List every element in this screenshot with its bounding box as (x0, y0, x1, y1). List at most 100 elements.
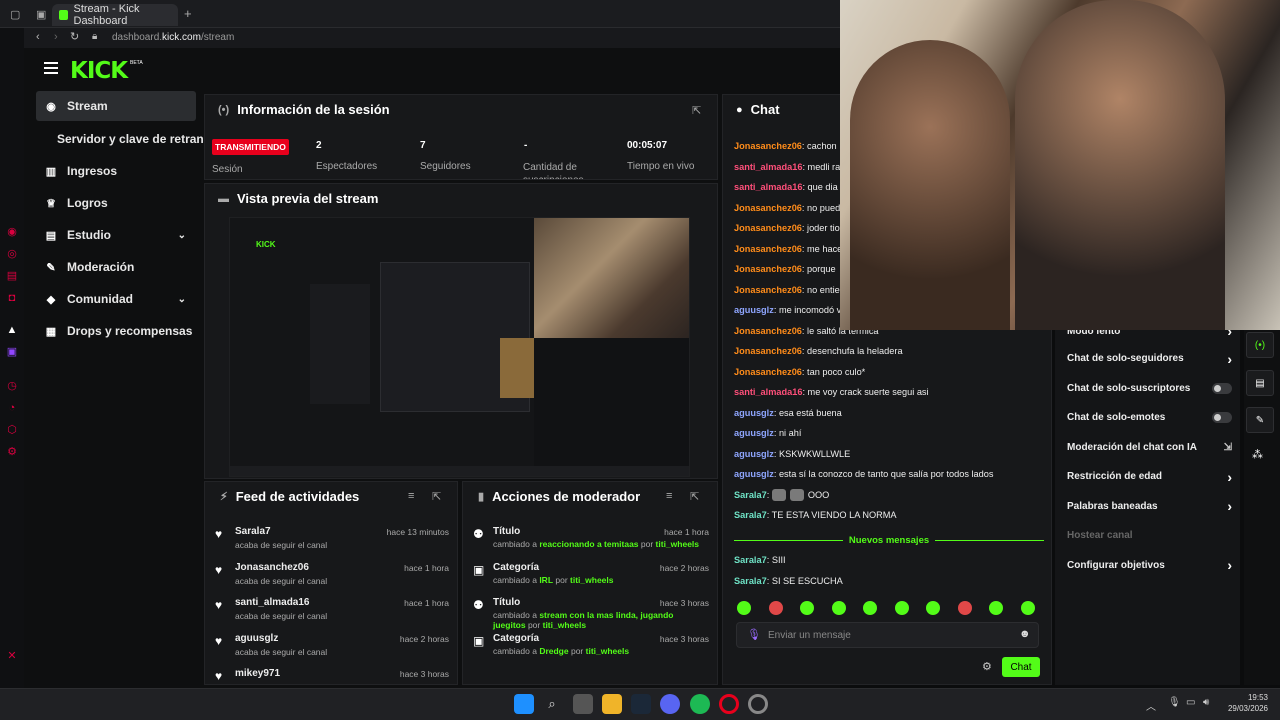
chat-username[interactable]: Sarala7 (734, 555, 767, 565)
mod-action-item[interactable]: ▣ Categoría cambiado a Dredge por titi_whe… (471, 631, 709, 667)
chat-username[interactable]: Jonasanchez06 (734, 141, 802, 151)
task-view-icon[interactable] (573, 694, 593, 714)
emote-bar[interactable] (737, 601, 1047, 615)
chat-setting-item[interactable]: Restricción de edad › (1067, 462, 1232, 492)
chat-send-button[interactable]: Chat (1002, 657, 1040, 677)
sidebar-app-icon[interactable]: ⬡ (6, 424, 18, 436)
sidebar-app-icon[interactable]: ◔ (6, 402, 18, 414)
layout-icon[interactable]: ▤ (1246, 370, 1274, 396)
new-messages-divider[interactable]: Nuevos mensajes (734, 532, 1045, 548)
popout-icon[interactable]: ⇱ (690, 490, 699, 503)
popout-icon[interactable]: ⇱ (692, 104, 701, 117)
chat-username[interactable]: santi_almada16 (734, 387, 802, 397)
settings-icon[interactable]: ⚙ (6, 446, 18, 458)
chat-username[interactable]: Sarala7 (734, 510, 767, 520)
filter-icon[interactable]: ≡ (408, 490, 414, 502)
hamburger-menu-icon[interactable] (44, 62, 58, 74)
chat-setting-item[interactable]: Palabras baneadas › (1067, 492, 1232, 522)
emote-icon[interactable] (926, 601, 940, 615)
steam-icon[interactable] (631, 694, 651, 714)
feed-user[interactable]: Jonasanchez06 (235, 562, 309, 573)
spotify-icon[interactable] (690, 694, 710, 714)
chat-username[interactable]: aguusglz (734, 408, 774, 418)
chat-message[interactable]: Jonasanchez06: desenchufa la heladera (734, 345, 1044, 366)
microphone-icon[interactable]: 🎙︎ (747, 628, 761, 641)
emote-icon[interactable] (863, 601, 877, 615)
sidebar-app-icon[interactable]: ◷ (6, 380, 18, 392)
file-explorer-icon[interactable] (602, 694, 622, 714)
chat-message[interactable]: aguusglz: esta sí la conozco de tanto qu… (734, 468, 1044, 489)
sidebar-item-comunidad[interactable]: ◆ Comunidad ⌄ (36, 284, 196, 314)
browser-tab[interactable]: Stream - Kick Dashboard (52, 3, 178, 27)
twitch-icon[interactable]: ▣ (6, 346, 18, 358)
sidebar-app-icon[interactable]: ▲ (6, 324, 18, 336)
chat-username[interactable]: Sarala7 (734, 576, 767, 586)
chat-username[interactable]: santi_almada16 (734, 182, 802, 192)
chat-username[interactable]: Jonasanchez06 (734, 367, 802, 377)
chat-setting-item[interactable]: Hostear canal (1067, 521, 1232, 551)
emote-icon[interactable] (737, 601, 751, 615)
discord-icon[interactable] (660, 694, 680, 714)
chat-input[interactable]: 🎙︎ Enviar un mensaje ☻ (736, 622, 1039, 648)
chat-username[interactable]: Jonasanchez06 (734, 203, 802, 213)
chat-message[interactable]: aguusglz: ni ahí (734, 427, 1044, 448)
chat-username[interactable]: aguusglz (734, 449, 774, 459)
stream-preview-video[interactable]: KICK (229, 217, 690, 477)
filter-icon[interactable]: ≡ (666, 490, 672, 502)
broadcast-icon[interactable]: (•) (1246, 332, 1274, 358)
chat-message[interactable]: santi_almada16: me voy crack suerte segu… (734, 386, 1044, 407)
sidebar-item-moderacion[interactable]: ✎ Moderación (36, 252, 196, 282)
chat-setting-item[interactable]: Chat de solo-seguidores › (1067, 344, 1232, 374)
back-icon[interactable]: ‹ (36, 31, 40, 43)
sidebar-item-estudio[interactable]: ▤ Estudio ⌄ (36, 220, 196, 250)
tray-chevron-icon[interactable]: ︿ (1146, 698, 1156, 713)
start-icon[interactable] (514, 694, 534, 714)
chat-message[interactable]: aguusglz: KSKWKWLLWLE (734, 448, 1044, 469)
mod-action-item[interactable]: ⚉ Título cambiado a reaccionando a temitaa… (471, 524, 709, 560)
feed-user[interactable]: santi_almada16 (235, 597, 310, 608)
emoji-icon[interactable]: ☻ (1019, 628, 1031, 640)
chat-username[interactable]: Jonasanchez06 (734, 346, 802, 356)
feed-user[interactable]: aguusglz (235, 633, 278, 644)
feed-user[interactable]: mikey971 (235, 668, 280, 679)
feed-item[interactable]: ♥ aguusglz acaba de seguir el canal hace 2 … (213, 631, 449, 667)
feed-item[interactable]: ♥ Jonasanchez06 acaba de seguir el canal ha… (213, 560, 449, 596)
sidebar-item-drops[interactable]: ▦ Drops y recompensas (36, 316, 216, 346)
chat-setting-item[interactable]: Moderación del chat con IA ⇲ (1067, 433, 1232, 463)
workspace-icon[interactable]: ▢ (10, 8, 20, 21)
chat-username[interactable]: aguusglz (734, 305, 774, 315)
sidebar-item-ingresos[interactable]: ▥ Ingresos (36, 156, 196, 186)
sidebar-item-stream[interactable]: ◉ Stream (36, 91, 196, 121)
emote-icon[interactable] (894, 601, 909, 615)
chat-message[interactable]: Jonasanchez06: tan poco culo* (734, 366, 1044, 387)
reload-icon[interactable]: ↻ (70, 30, 79, 43)
popout-icon[interactable]: ⇱ (432, 490, 441, 503)
obs-icon[interactable] (748, 694, 768, 714)
opera-icon[interactable] (719, 694, 739, 714)
tray-volume-icon[interactable]: 🔊︎ (1203, 697, 1209, 708)
emote-icon[interactable] (768, 601, 783, 615)
sidebar-app-icon[interactable]: ▤ (6, 270, 18, 282)
chat-setting-item[interactable]: Chat de solo-suscriptores (1067, 374, 1232, 404)
mod-action-item[interactable]: ⚉ Título cambiado a stream con la mas lind… (471, 595, 709, 631)
mod-action-user[interactable]: titi_wheels (656, 539, 699, 549)
window-icon[interactable]: ▣ (36, 8, 46, 21)
emote-icon[interactable] (989, 601, 1003, 615)
chat-message[interactable]: Sarala7: SI SE ESCUCHA (734, 575, 1044, 596)
chat-setting-item[interactable]: Configurar objetivos › (1067, 551, 1232, 581)
tray-network-icon[interactable]: ▭ (1186, 697, 1195, 708)
chat-message[interactable]: Sarala7: SIII (734, 554, 1044, 575)
toggle-switch[interactable] (1212, 412, 1232, 424)
emote-icon[interactable] (1020, 601, 1035, 615)
feed-item[interactable]: ♥ Sarala7 acaba de seguir el canal hace 13 … (213, 524, 449, 560)
toggle-switch[interactable] (1212, 382, 1232, 394)
chat-message[interactable]: aguusglz: esa está buena (734, 407, 1044, 428)
chat-username[interactable]: Jonasanchez06 (734, 264, 802, 274)
chat-username[interactable]: santi_almada16 (734, 162, 802, 172)
chat-username[interactable]: Jonasanchez06 (734, 244, 802, 254)
feed-item[interactable]: ♥ santi_almada16 acaba de seguir el canal h… (213, 595, 449, 631)
wrench-icon[interactable]: ✎ (1246, 407, 1274, 433)
tray-clock[interactable]: 19:53 29/03/2026 (1220, 692, 1268, 714)
sidebar-app-icon[interactable]: ✕ (6, 650, 18, 662)
tray-mic-icon[interactable]: 🎙︎ (1168, 697, 1181, 708)
